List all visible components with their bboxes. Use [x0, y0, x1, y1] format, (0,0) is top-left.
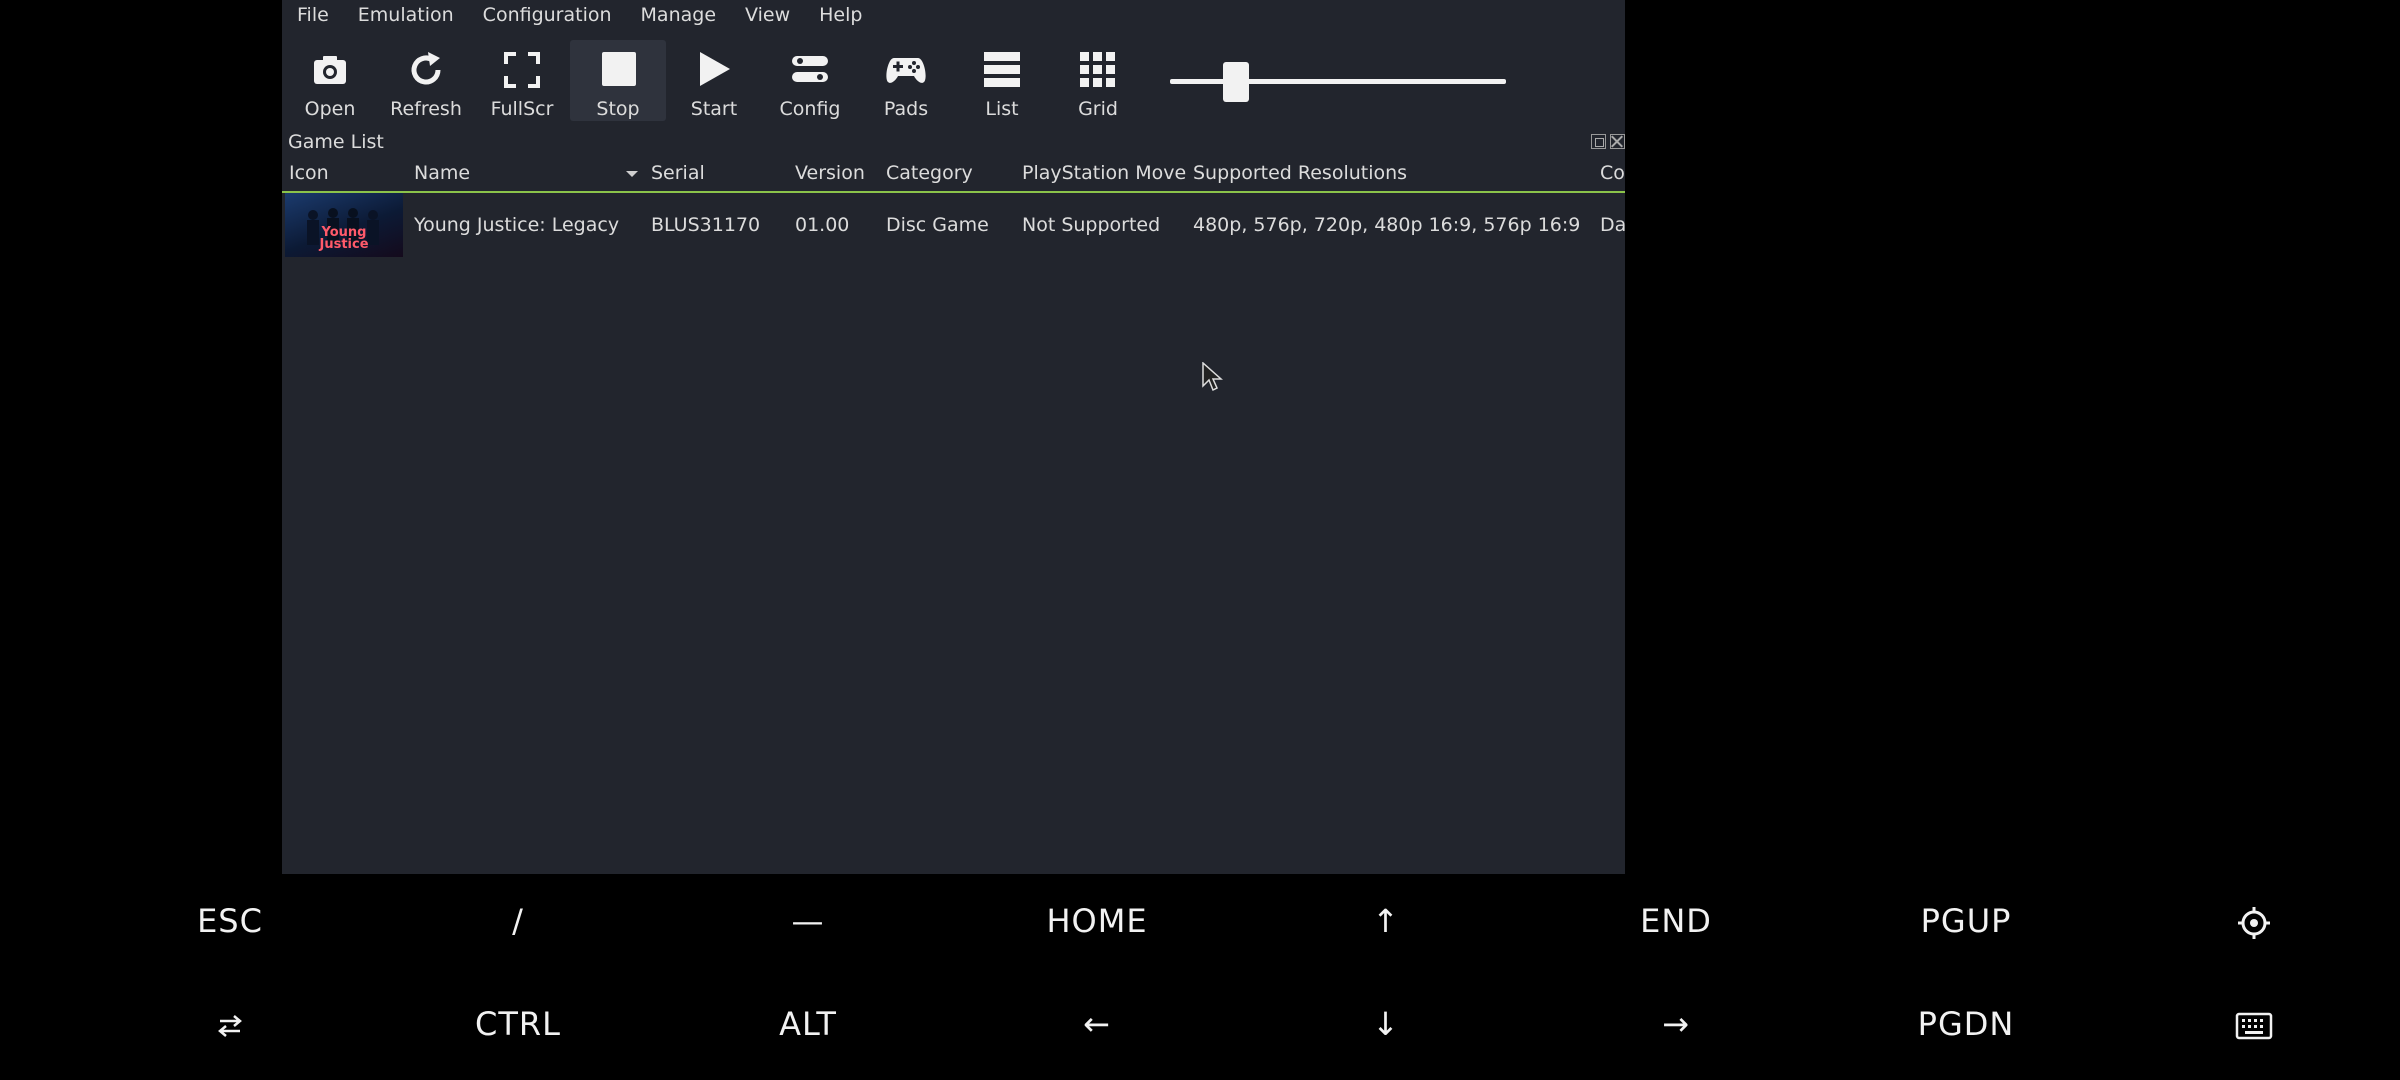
table-header: Icon Name Serial Version Category PlaySt…	[282, 160, 1625, 193]
col-name[interactable]: Name	[414, 160, 470, 191]
gamepad-icon	[886, 58, 926, 83]
key-tab[interactable]	[140, 1005, 320, 1043]
table-row[interactable]: Young Justice Young Justice: Legacy BLUS…	[282, 193, 1625, 257]
open-button[interactable]: Open	[282, 40, 378, 121]
fullscreen-button[interactable]: FullScr	[474, 40, 570, 121]
mouse-cursor-icon	[1202, 362, 1223, 392]
dock-buttons	[1591, 134, 1625, 149]
key-keyboard[interactable]	[2164, 1005, 2344, 1043]
icon-size-slider[interactable]	[1170, 62, 1506, 102]
dock-close-button[interactable]	[1610, 134, 1625, 149]
key-right[interactable]: →	[1586, 1005, 1766, 1043]
fullscr-label: FullScr	[490, 98, 554, 120]
virtual-keys-row-2: CTRL ALT ← ↓ → PGDN	[0, 1005, 2400, 1065]
col-resolutions[interactable]: Supported Resolutions	[1193, 160, 1407, 191]
pads-label: Pads	[883, 98, 929, 120]
key-end[interactable]: END	[1586, 902, 1766, 940]
key-up[interactable]: ↑	[1296, 902, 1476, 940]
key-home[interactable]: HOME	[1007, 902, 1187, 940]
stop-label: Stop	[596, 98, 640, 120]
refresh-button[interactable]: Refresh	[378, 40, 474, 121]
sort-down-icon	[626, 171, 638, 177]
game-list-title: Game List	[288, 131, 384, 153]
key-down[interactable]: ↓	[1296, 1005, 1476, 1043]
col-category[interactable]: Category	[886, 160, 973, 191]
key-slash[interactable]: /	[428, 902, 608, 940]
cell-move: Not Supported	[1022, 214, 1161, 236]
toggles-icon	[792, 56, 828, 82]
col-move[interactable]: PlayStation Move	[1022, 160, 1186, 191]
slider-handle[interactable]	[1223, 62, 1249, 102]
menu-file[interactable]: File	[282, 0, 343, 30]
refresh-icon	[411, 52, 441, 85]
cell-name: Young Justice: Legacy	[414, 214, 620, 236]
key-alt[interactable]: ALT	[718, 1005, 898, 1043]
cell-resolutions: 480p, 576p, 720p, 480p 16:9, 576p 16:9	[1193, 214, 1581, 236]
list-view-button[interactable]: List	[954, 40, 1050, 121]
list-label: List	[985, 98, 1019, 120]
keyboard-icon	[2235, 1012, 2273, 1040]
key-left[interactable]: ←	[1007, 1005, 1187, 1043]
slider-track	[1170, 79, 1506, 84]
col-serial[interactable]: Serial	[651, 160, 705, 191]
col-version[interactable]: Version	[795, 160, 865, 191]
grid-icon	[1080, 52, 1115, 87]
cell-version: 01.00	[795, 214, 850, 236]
key-settings[interactable]	[2164, 902, 2344, 941]
stop-icon	[602, 52, 636, 86]
cell-compat: Da	[1600, 214, 1625, 236]
menu-bar: File Emulation Configuration Manage View…	[282, 0, 876, 30]
cell-category: Disc Game	[886, 214, 989, 236]
menu-emulation[interactable]: Emulation	[343, 0, 468, 30]
game-cover-icon: Young Justice	[285, 193, 403, 257]
cell-serial: BLUS31170	[651, 214, 761, 236]
stop-button[interactable]: Stop	[570, 40, 666, 121]
refresh-label: Refresh	[390, 98, 462, 120]
key-pgdn[interactable]: PGDN	[1876, 1005, 2056, 1043]
game-logo-text: Young Justice	[319, 225, 369, 252]
play-icon	[700, 52, 730, 86]
key-esc[interactable]: ESC	[140, 902, 320, 940]
menu-configuration[interactable]: Configuration	[468, 0, 626, 30]
col-compat[interactable]: Co	[1600, 160, 1625, 191]
pads-button[interactable]: Pads	[858, 40, 954, 121]
config-button[interactable]: Config	[762, 40, 858, 121]
col-icon[interactable]: Icon	[289, 160, 329, 191]
list-icon	[984, 52, 1020, 87]
key-dash[interactable]: —	[718, 902, 898, 940]
key-pgup[interactable]: PGUP	[1876, 902, 2056, 940]
menu-help[interactable]: Help	[804, 0, 876, 30]
toolbar: Open Refresh FullScr Stop Start Config P…	[282, 40, 1146, 124]
grid-label: Grid	[1078, 98, 1118, 120]
start-button[interactable]: Start	[666, 40, 762, 121]
grid-view-button[interactable]: Grid	[1050, 40, 1146, 121]
start-label: Start	[690, 98, 738, 120]
menu-view[interactable]: View	[730, 0, 804, 30]
menu-manage[interactable]: Manage	[626, 0, 730, 30]
fullscreen-icon	[504, 52, 540, 88]
tab-icon	[218, 1015, 242, 1037]
emulator-window: File Emulation Configuration Manage View…	[282, 0, 1625, 874]
key-ctrl[interactable]: CTRL	[428, 1005, 608, 1043]
config-label: Config	[779, 98, 841, 120]
virtual-keys-row-1: ESC / — HOME ↑ END PGUP	[0, 902, 2400, 962]
settings-icon	[2238, 907, 2270, 939]
dock-float-button[interactable]	[1591, 134, 1606, 149]
open-label: Open	[304, 98, 356, 120]
camera-folder-icon	[314, 56, 346, 84]
